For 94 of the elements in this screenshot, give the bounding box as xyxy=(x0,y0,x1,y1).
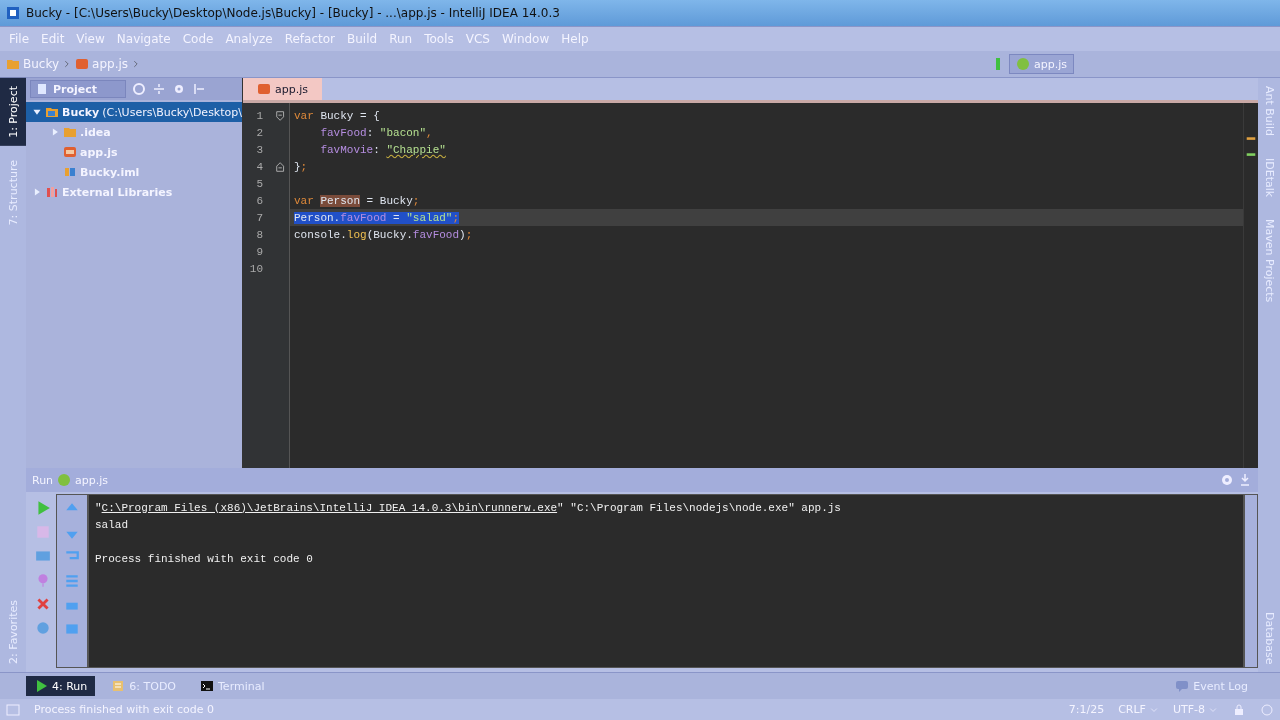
js-file-icon xyxy=(63,145,77,159)
breadcrumb[interactable]: Bucky xyxy=(6,57,60,71)
tree-item[interactable]: Bucky (C:\Users\Bucky\Desktop\ xyxy=(26,102,242,122)
menu-item[interactable]: Navigate xyxy=(111,30,176,48)
expand-arrow-icon[interactable] xyxy=(50,127,60,137)
expand-arrow-icon[interactable] xyxy=(32,187,42,197)
panel-title: Run xyxy=(32,473,54,487)
status-message: Process finished with exit code 0 xyxy=(34,703,214,716)
app-icon xyxy=(6,6,20,20)
tool-window-tab[interactable]: Database xyxy=(1258,603,1280,672)
collapse-all-icon[interactable] xyxy=(152,82,166,96)
menu-item[interactable]: View xyxy=(71,30,110,48)
console-line: Process finished with exit code 0 xyxy=(95,551,314,567)
event-log-button[interactable]: Event Log xyxy=(1169,678,1254,694)
tree-item[interactable]: External Libraries xyxy=(26,182,242,202)
lock-icon[interactable] xyxy=(1232,702,1246,717)
js-file-icon xyxy=(257,82,271,96)
menu-item[interactable]: File xyxy=(4,30,35,48)
menu-item[interactable]: Refactor xyxy=(279,30,341,48)
menu-item[interactable]: Edit xyxy=(36,30,70,48)
todo-list-icon xyxy=(111,679,126,693)
breadcrumb[interactable]: app.js xyxy=(75,57,129,71)
settings-icon[interactable] xyxy=(1220,473,1234,487)
tool-window-tab[interactable]: 7: Structure xyxy=(0,151,26,234)
settings-icon[interactable] xyxy=(172,82,186,96)
line-number: 1 xyxy=(255,109,263,122)
tool-window-tab[interactable]: Terminal xyxy=(192,676,273,696)
editor-tab[interactable]: app.js xyxy=(243,78,322,100)
menu-item[interactable]: Code xyxy=(177,30,219,48)
folder-icon xyxy=(6,57,20,71)
console-line: salad xyxy=(95,517,129,533)
scrollbar[interactable] xyxy=(1244,494,1258,668)
node-icon xyxy=(57,473,72,487)
tree-item[interactable]: Bucky.iml xyxy=(26,162,242,182)
collapse-arrow-icon[interactable] xyxy=(32,107,42,117)
tree-item[interactable]: app.js xyxy=(26,142,242,162)
hide-icon[interactable] xyxy=(1238,473,1252,487)
speech-bubble-icon xyxy=(1175,679,1190,693)
stop-icon[interactable] xyxy=(35,524,51,540)
menu-item[interactable]: Tools xyxy=(419,30,459,48)
code-line: var Person = Bucky; xyxy=(294,194,420,207)
console-link[interactable]: C:\Program Files (x86)\JetBrains\IntelliJ IDEA 14.0.3\bin\runnerw.exe xyxy=(101,501,558,514)
terminal-icon xyxy=(200,679,214,693)
fold-icon[interactable] xyxy=(275,160,287,173)
caret-position[interactable]: 7:1/25 xyxy=(1068,703,1105,716)
line-number: 3 xyxy=(255,143,263,156)
line-number: 9 xyxy=(255,245,263,258)
code-line: }; xyxy=(294,160,308,173)
code-line: favMovie: "Chappie" xyxy=(319,143,446,156)
line-number: 6 xyxy=(255,194,263,207)
line-number: 7 xyxy=(255,211,263,224)
line-number: 4 xyxy=(255,160,263,173)
tool-window-tab[interactable]: 1: Project xyxy=(0,78,26,146)
module-file-icon xyxy=(63,165,77,179)
menu-item[interactable]: Build xyxy=(342,30,383,48)
target-icon[interactable] xyxy=(132,82,146,96)
encoding-dropdown[interactable]: UTF-8 xyxy=(1172,703,1218,716)
folder-icon xyxy=(63,125,77,139)
window-title: Bucky - [C:\Users\Bucky\Desktop\Node.js\Bucky] - [Bucky] - ...\app.js - IntelliJ IDEA 14.0.3 xyxy=(26,6,560,20)
menu-item[interactable]: VCS xyxy=(460,30,495,48)
menu-item[interactable]: Run xyxy=(384,30,418,48)
menu-item[interactable]: Help xyxy=(556,30,594,48)
close-icon[interactable] xyxy=(35,596,51,612)
folder-icon xyxy=(45,105,59,119)
code-line: console.log(Bucky.favFood); xyxy=(294,228,473,241)
code-line: favFood: "bacon", xyxy=(319,126,433,139)
line-separator-dropdown[interactable]: CRLF xyxy=(1118,703,1159,716)
rerun-icon[interactable] xyxy=(35,500,51,516)
library-icon xyxy=(45,185,59,199)
code-line: var Bucky = { xyxy=(294,109,380,122)
node-icon xyxy=(1016,57,1030,71)
tool-window-tab[interactable]: 6: TODO xyxy=(103,676,184,696)
tool-window-tab[interactable]: 4: Run xyxy=(26,676,96,696)
hide-icon[interactable] xyxy=(192,82,206,96)
run-icon xyxy=(34,679,48,693)
tool-window-tab[interactable]: Maven Projects xyxy=(1258,211,1280,311)
view-dropdown[interactable]: Project xyxy=(30,80,126,98)
tool-window-tab[interactable]: IDEtalk xyxy=(1258,149,1280,206)
menu-item[interactable]: Analyze xyxy=(220,30,278,48)
line-number: 8 xyxy=(255,228,263,241)
run-config-dropdown[interactable]: app.js xyxy=(1009,54,1074,74)
scroll-end-icon[interactable] xyxy=(64,573,80,589)
project-icon xyxy=(35,82,49,96)
run-config-name: app.js xyxy=(75,473,109,487)
console-line: "C:\Program Files (x86)\JetBrains\IntelliJ IDEA 14.0.3\bin\runnerw.exe" "C:\Program Files\nodejs\node.exe" app.js xyxy=(95,500,842,516)
js-file-icon xyxy=(75,57,90,71)
tool-window-tab[interactable]: 2: Favorites xyxy=(0,592,26,672)
tool-window-tab[interactable]: Ant Build xyxy=(1258,78,1280,144)
fold-icon[interactable] xyxy=(275,109,287,122)
line-number: 10 xyxy=(248,262,263,275)
line-number: 2 xyxy=(255,126,263,139)
menu-item[interactable]: Window xyxy=(496,30,555,48)
tree-item[interactable]: .idea xyxy=(26,122,242,142)
line-number: 5 xyxy=(255,177,263,190)
